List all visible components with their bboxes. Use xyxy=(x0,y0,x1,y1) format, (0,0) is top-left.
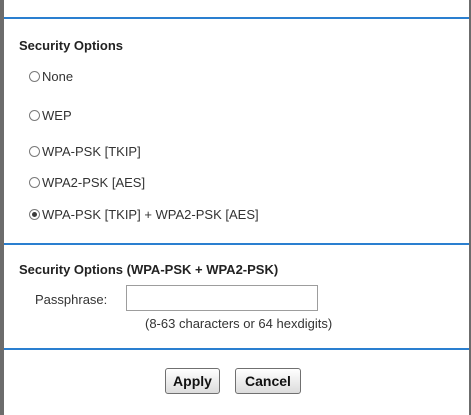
radio-button[interactable] xyxy=(29,109,40,121)
radio-label: WEP xyxy=(42,107,72,123)
radio-option-wpa-psk-tkip[interactable]: WPA-PSK [TKIP] xyxy=(29,142,141,160)
top-divider xyxy=(4,17,469,19)
passphrase-hint: (8-63 characters or 64 hexdigits) xyxy=(145,316,333,331)
wireless-security-panel: Security Options None WEP WPA-PSK [TKIP]… xyxy=(0,0,471,415)
radio-option-none[interactable]: None xyxy=(29,67,73,85)
radio-button[interactable] xyxy=(29,145,40,157)
radio-label: WPA-PSK [TKIP] xyxy=(42,143,141,159)
cancel-button[interactable]: Cancel xyxy=(235,368,301,394)
radio-option-wpa-wpa2-mixed[interactable]: WPA-PSK [TKIP] + WPA2-PSK [AES] xyxy=(29,205,259,223)
bottom-divider xyxy=(4,348,469,350)
radio-button-selected[interactable] xyxy=(29,208,40,220)
radio-button[interactable] xyxy=(29,176,40,188)
section-divider xyxy=(4,243,469,245)
apply-button[interactable]: Apply xyxy=(165,368,220,394)
radio-label: WPA-PSK [TKIP] + WPA2-PSK [AES] xyxy=(42,206,259,222)
passphrase-label: Passphrase: xyxy=(35,292,108,307)
radio-label: None xyxy=(42,68,74,84)
passphrase-input[interactable] xyxy=(126,285,318,311)
radio-option-wpa2-psk-aes[interactable]: WPA2-PSK [AES] xyxy=(29,173,145,191)
radio-label: WPA2-PSK [AES] xyxy=(42,174,146,190)
security-options-heading: Security Options xyxy=(19,38,124,53)
radio-button[interactable] xyxy=(29,70,40,82)
left-frame-border xyxy=(0,0,4,415)
wpa-section-heading: Security Options (WPA-PSK + WPA2-PSK) xyxy=(19,262,279,277)
radio-option-wep[interactable]: WEP xyxy=(29,106,72,124)
